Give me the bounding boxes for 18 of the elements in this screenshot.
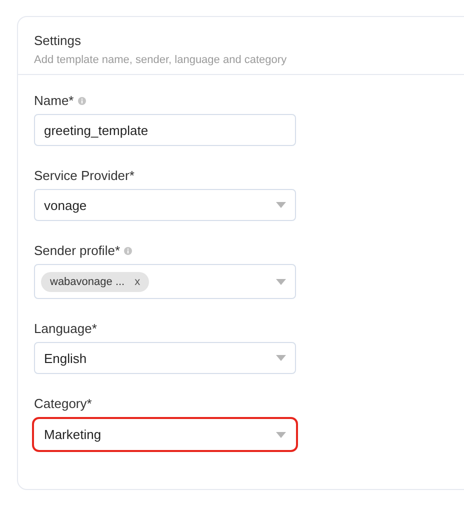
field-label: Sender profile*	[34, 243, 120, 258]
text-field[interactable]: greeting_template	[34, 114, 296, 146]
field-label: Category*	[34, 396, 92, 411]
caret-icon	[276, 355, 286, 361]
caret-icon	[276, 202, 286, 208]
select-field[interactable]: English	[34, 342, 296, 374]
field-label: Name*	[34, 93, 74, 108]
field-label: Service Provider*	[34, 168, 134, 183]
caret-icon	[276, 432, 286, 438]
field-label: Language*	[34, 321, 97, 336]
select-field[interactable]: Marketing	[32, 417, 298, 452]
select-field[interactable]: wabavonage ... x	[34, 264, 296, 299]
card-title: Settings	[34, 33, 82, 48]
card-subtitle: Add template name, sender, language and category	[34, 54, 288, 66]
caret-icon	[276, 278, 286, 284]
select-field[interactable]: vonage	[34, 189, 296, 221]
tag-label: wabavonage ...	[50, 276, 125, 288]
remove-tag-button[interactable]: x	[134, 276, 140, 288]
